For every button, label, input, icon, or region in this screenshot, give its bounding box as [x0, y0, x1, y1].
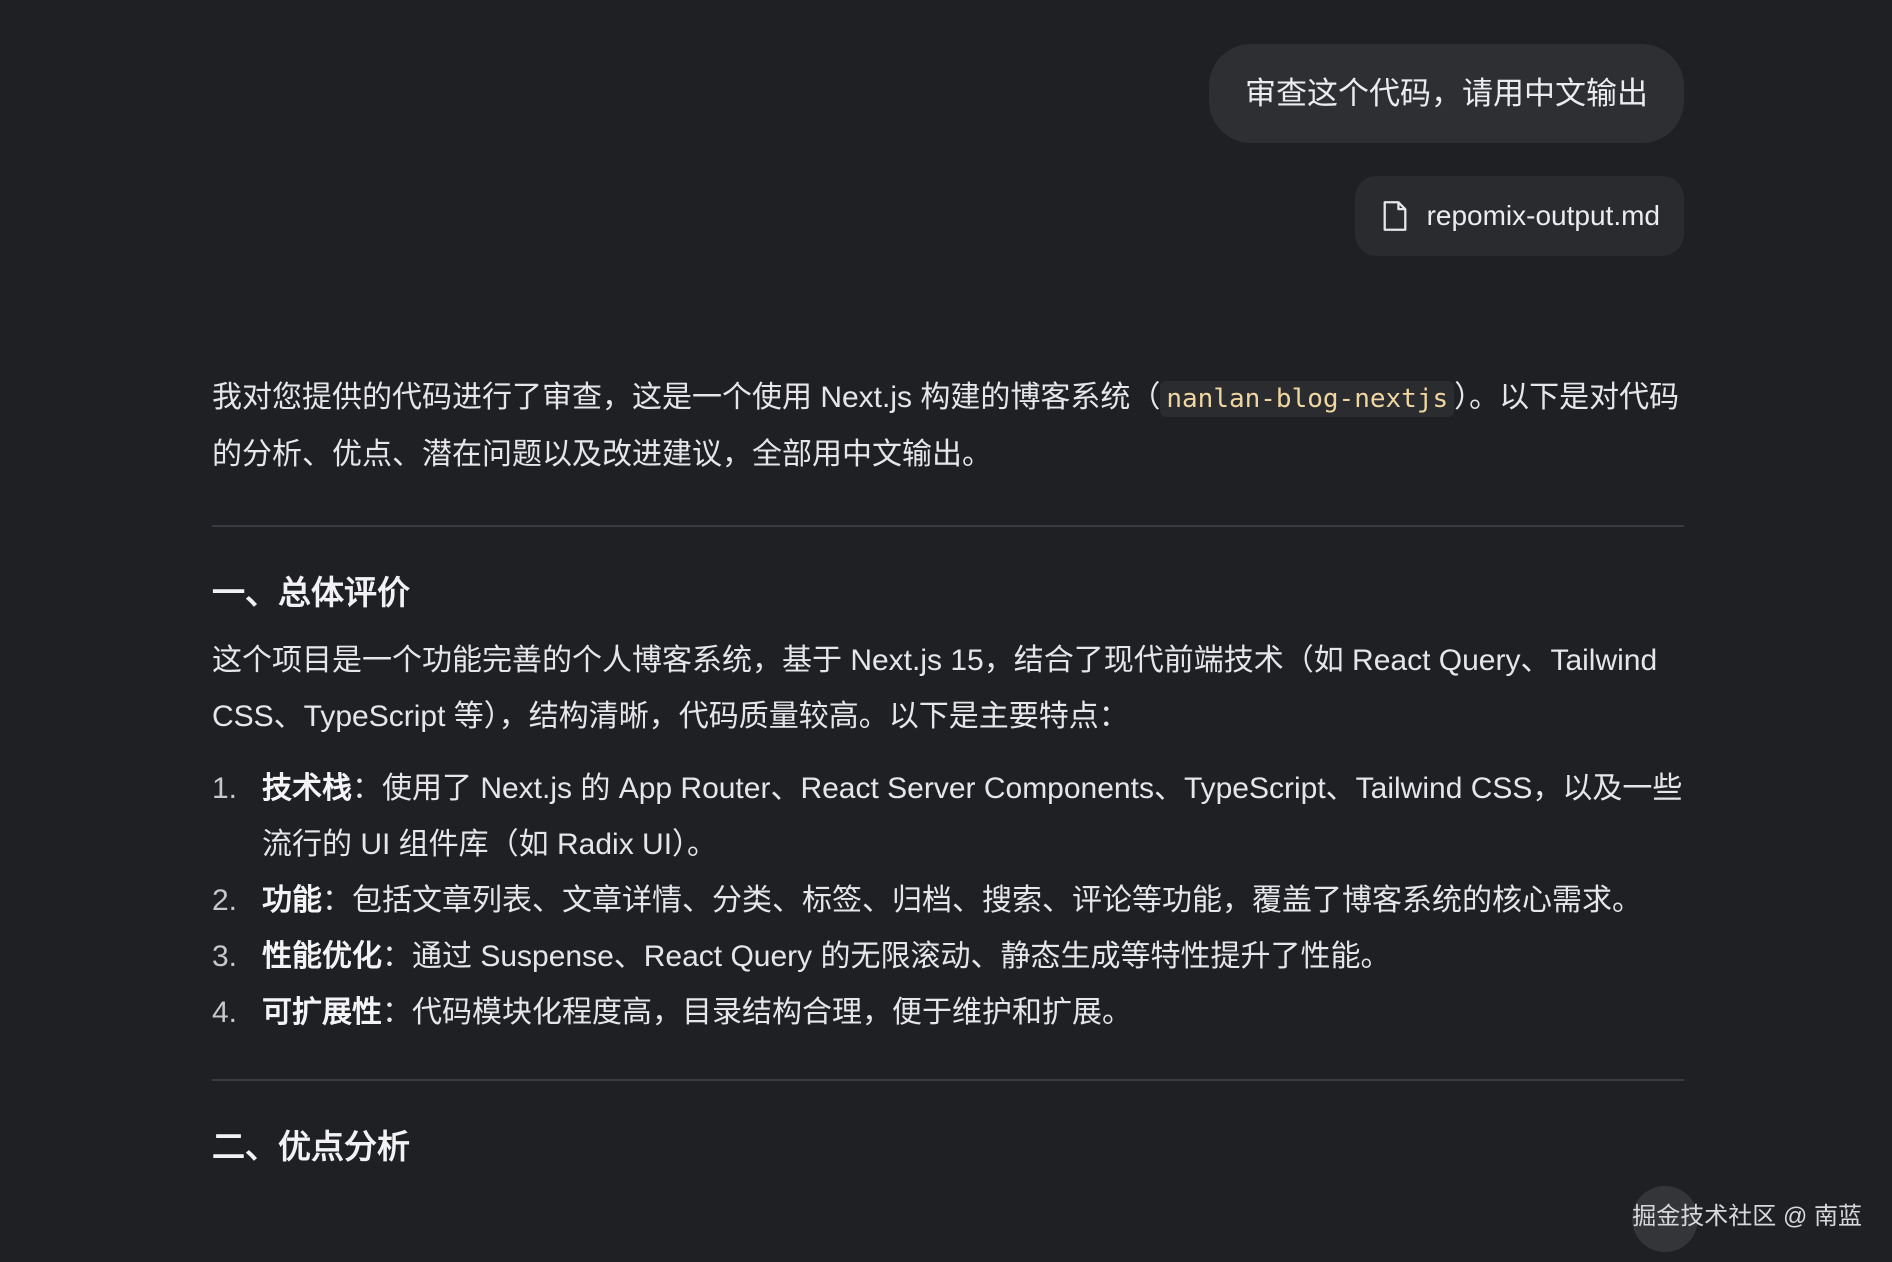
- answer-intro: 我对您提供的代码进行了审查，这是一个使用 Next.js 构建的博客系统（ nan…: [212, 370, 1684, 483]
- list-number: 4.: [212, 996, 238, 1029]
- file-icon: [1383, 201, 1406, 231]
- section-paragraph: 这个项目是一个功能完善的个人博客系统，基于 Next.js 15，结合了现代前端…: [212, 644, 1658, 733]
- assistant-answer: 我对您提供的代码进行了审查，这是一个使用 Next.js 构建的博客系统（ nan…: [212, 370, 1684, 1171]
- user-message-bubble: 审查这个代码，请用中文输出: [1209, 44, 1684, 143]
- divider: [212, 525, 1684, 527]
- list-item-title: 功能: [262, 884, 322, 917]
- list-item-title: 可扩展性: [262, 996, 382, 1029]
- attachment-chip[interactable]: repomix-output.md: [1354, 176, 1684, 256]
- section-heading: 一、总体评价: [212, 574, 410, 611]
- list-number: 2.: [212, 884, 238, 917]
- list-item-text: ：包括文章列表、文章详情、分类、标签、归档、搜索、评论等功能，覆盖了博客系统的核…: [322, 884, 1642, 917]
- list-item-text: ：代码模块化程度高，目录结构合理，便于维护和扩展。: [382, 996, 1132, 1029]
- list-item: 2. 功能：包括文章列表、文章详情、分类、标签、归档、搜索、评论等功能，覆盖了博…: [212, 873, 1684, 929]
- watermark: 掘金技术社区 @ 南蓝: [1632, 1203, 1862, 1230]
- list-item-title: 性能优化: [262, 940, 382, 973]
- list-number: 3.: [212, 940, 238, 973]
- attachment-filename: repomix-output.md: [1426, 200, 1660, 231]
- intro-text: 我对您提供的代码进行了审查，这是一个使用 Next.js 构建的博客系统（: [212, 381, 1161, 414]
- list-item: 3. 性能优化：通过 Suspense、React Query 的无限滚动、静态…: [212, 929, 1684, 985]
- list-number: 1.: [212, 772, 238, 805]
- section-heading: 二、优点分析: [212, 1128, 410, 1165]
- list-item-title: 技术栈: [262, 772, 352, 805]
- list-item: 1. 技术栈：使用了 Next.js 的 App Router、React Se…: [212, 761, 1684, 873]
- inline-code: nanlan-blog-nextjs: [1160, 381, 1455, 417]
- list-item-text: ：使用了 Next.js 的 App Router、React Server C…: [262, 772, 1683, 861]
- feature-list: 1. 技术栈：使用了 Next.js 的 App Router、React Se…: [212, 761, 1684, 1041]
- divider: [212, 1079, 1684, 1081]
- list-item-text: ：通过 Suspense、React Query 的无限滚动、静态生成等特性提升…: [382, 940, 1391, 973]
- list-item: 4. 可扩展性：代码模块化程度高，目录结构合理，便于维护和扩展。: [212, 985, 1684, 1041]
